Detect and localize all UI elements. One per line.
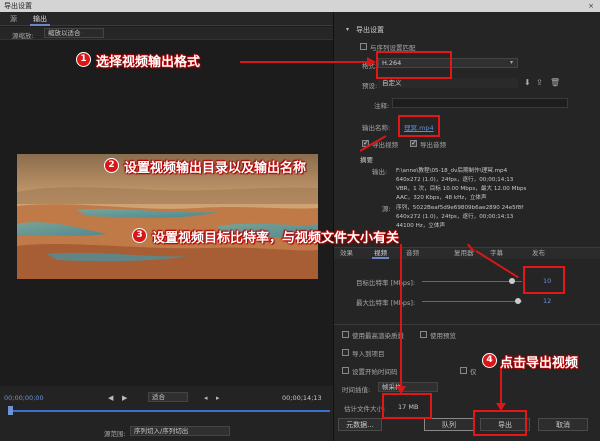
preset-select[interactable]: 自定义 [378,78,518,88]
max-bitrate-slider[interactable] [515,298,521,304]
max-render-quality-checkbox[interactable] [342,331,349,338]
timecode-end: 00;00;14;13 [282,394,322,402]
annotation-arrow [240,61,370,63]
arrow-head-icon [396,386,406,394]
annotation-text: 设置视频输出目录以及输出名称 [124,161,307,176]
close-icon[interactable]: × [584,0,598,12]
use-preview-checkbox[interactable] [420,331,427,338]
tab-output[interactable]: 输出 [30,12,50,26]
annotation-text: 选择视频输出格式 [96,55,201,70]
annotation-box-bitrate [523,266,565,294]
export-settings-window: 导出设置 × 源 输出 源缩放: 缩放以适合 00;00;00;00 ◀ ▶ 适… [0,0,600,441]
export-settings-title: 导出设置 [356,26,384,34]
divider [334,324,600,325]
alpha-only-label: 仅 [470,368,477,376]
export-audio-checkbox[interactable] [410,139,417,147]
delete-preset-icon[interactable]: 🗑 [550,78,560,87]
chevron-down-icon: ▾ [510,59,514,66]
comment-input[interactable] [392,98,568,108]
max-render-quality-label: 使用最高渲染质量 [352,332,404,340]
time-interp-select[interactable]: 帧采样 [378,382,438,392]
source-scale-row: 源缩放: 缩放以适合 [0,27,333,40]
summary-source-line: 44100 Hz，立体声 [396,223,446,229]
summary-output-line: 640x272 (1.0)，24fps，逐行，00;00;14;13 [396,177,514,183]
annotation-number: 4 [482,353,497,368]
timecode-start[interactable]: 00;00;00;00 [4,394,44,402]
summary-output-line: VBR，1 次，目标 10.00 Mbps，最大 12.00 Mbps [396,186,527,192]
arrow-head-icon [496,403,506,411]
playhead[interactable] [8,406,13,415]
preset-label: 预设: [362,82,378,90]
arrow-head-icon [367,57,376,67]
tab-video[interactable]: 视频 [372,247,389,259]
metadata-button[interactable]: 元数据... [338,418,382,431]
mark-out-icon[interactable]: ▶ [122,394,127,402]
source-range-label: 源范围: [104,430,126,438]
comment-label: 注释: [374,102,390,110]
title-bar: 导出设置 × [0,0,600,12]
use-preview-label: 使用预览 [430,332,456,340]
summary-output-key: 输出: [372,168,388,176]
summary-output-line: F:\anne\教程\05-18_dv后期制作\理冥.mp4 [396,168,508,174]
max-bitrate-label: 最大比特率 [Mbps]: [356,299,416,307]
marker-out-icon[interactable]: ▸ [216,394,220,402]
max-bitrate-track [422,301,522,302]
chevron-down-icon[interactable]: ▾ [346,26,349,33]
timeline-controls: 00;00;00;00 ◀ ▶ 适合 ◂ ▸ 00;00;14;13 源范围: … [0,386,333,441]
target-bitrate-track [422,281,522,282]
annotation-text: 点击导出视频 [500,356,579,371]
import-project-label: 导入到项目 [352,350,385,358]
save-preset-icon[interactable]: ⬇ [524,78,531,87]
annotation-box-format [376,51,452,79]
window-title: 导出设置 [4,2,32,10]
import-project-checkbox[interactable] [342,349,349,356]
annotation-number: 1 [76,52,91,67]
annotation-text: 设置视频目标比特率，与视频文件大小有关 [152,231,400,246]
max-bitrate-value[interactable]: 12 [543,297,551,305]
summary-title: 摘要 [360,156,373,164]
annotation-arrow [500,368,502,406]
summary-source-line: 序列，5022Beaf5d9e69809b6ae2890 24e5f8f [396,205,524,211]
summary-source-line: 640x272 (1.0)，24fps，逐行，00;00;14;13 [396,214,514,220]
import-preset-icon[interactable]: ⇪ [536,78,543,87]
target-bitrate-label: 目标比特率 [Mbps]: [356,279,416,287]
start-timecode-label: 设置开始时间码 [352,368,398,376]
mark-in-icon[interactable]: ◀ [108,394,113,402]
tab-publish[interactable]: 发布 [532,247,545,259]
alpha-only-checkbox[interactable] [460,367,467,374]
export-audio-label: 导出音频 [420,141,446,149]
summary-output-line: AAC，320 Kbps，48 kHz，立体声 [396,195,487,201]
match-sequence-checkbox[interactable] [360,43,367,50]
source-output-tabs: 源 输出 [0,12,333,26]
output-name-label: 输出名称: [362,124,391,132]
annotation-number: 2 [104,158,119,173]
time-interp-label: 时间插值: [342,386,371,394]
target-bitrate-slider[interactable] [509,278,515,284]
annotation-box-file-size [382,393,432,419]
queue-button[interactable]: 队列 [424,418,474,431]
marker-in-icon[interactable]: ◂ [204,394,208,402]
start-timecode-checkbox[interactable] [342,367,349,374]
annotation-number: 3 [132,228,147,243]
source-range-select[interactable]: 序列切入/序列切出 [130,426,230,436]
annotation-arrow [400,244,402,389]
summary-source-key: 源: [382,205,391,213]
tab-captions[interactable]: 字幕 [490,247,503,259]
tab-effects[interactable]: 效果 [340,247,353,259]
cancel-button[interactable]: 取消 [538,418,588,431]
timeline-bar[interactable] [10,410,330,412]
fit-select[interactable]: 适合 [148,392,188,402]
settings-tabs: 效果 视频 音频 复用器 字幕 发布 [334,247,600,259]
file-size-label: 估计文件大小: [344,405,386,413]
annotation-box-output-name [398,115,440,137]
source-scale-label: 源缩放: [12,32,34,40]
tab-source[interactable]: 源 [10,12,17,26]
annotation-box-export [473,410,527,436]
source-scale-select[interactable]: 缩放以适合 [44,28,104,38]
tab-audio[interactable]: 音频 [406,247,419,259]
